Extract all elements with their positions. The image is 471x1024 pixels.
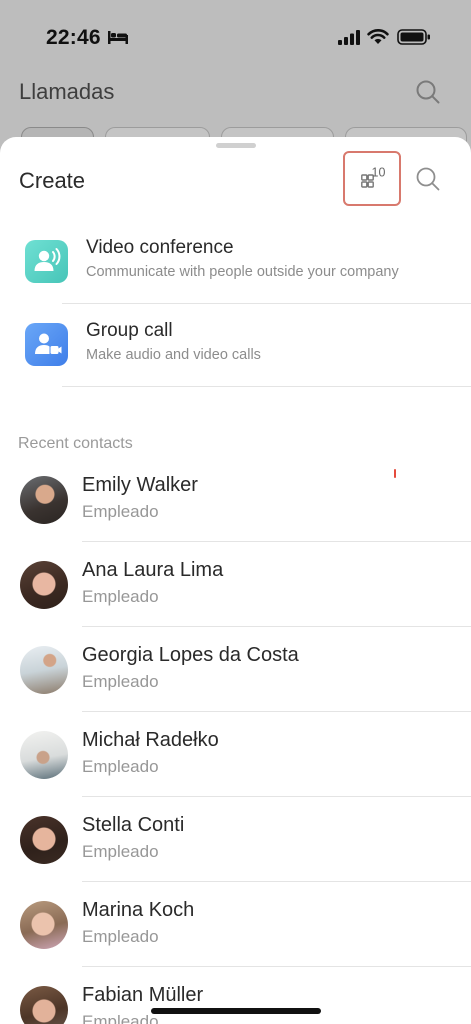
contact-name: Emily Walker [82,474,198,496]
avatar [20,646,68,694]
sheet-title: Create [19,168,86,193]
video-conference-icon [25,240,68,283]
group-call-option[interactable]: Group call Make audio and video calls [0,304,471,386]
background-search-icon [416,80,440,104]
avatar [20,476,68,524]
divider [62,386,471,387]
qr-code-button[interactable]: 10 [343,151,401,206]
contact-item[interactable]: Marina Koch Empleado [0,885,471,970]
avatar [20,901,68,949]
avatar [20,986,68,1024]
create-sheet: Create 10 Video conference Communicate w… [0,137,471,1024]
contact-item[interactable]: Fabian Müller Empleado [0,970,471,1024]
group-call-icon [25,323,68,366]
contact-name: Marina Koch [82,899,195,921]
contact-role: Empleado [82,502,159,521]
contact-role: Empleado [82,842,159,861]
contact-role: Empleado [82,757,159,776]
video-conference-title: Video conference [86,237,234,258]
divider [82,881,471,882]
divider [82,626,471,627]
background-page-title: Llamadas [19,79,115,104]
contact-item[interactable]: Michał Radełko Empleado [0,715,471,800]
contact-item[interactable]: Ana Laura Lima Empleado [0,545,471,630]
contact-name: Michał Radełko [82,729,219,751]
contact-item[interactable]: Georgia Lopes da Costa Empleado [0,630,471,715]
status-time: 22:46 [46,26,101,49]
qr-code-label: 10 [372,167,386,180]
group-call-title: Group call [86,320,173,341]
sheet-grabber[interactable] [216,143,256,148]
search-icon[interactable] [415,166,441,192]
signal-icon [338,30,360,45]
video-conference-option[interactable]: Video conference Communicate with people… [0,221,471,303]
wifi-icon [367,29,389,44]
status-bar: 22:46 [0,0,471,70]
contact-role: Empleado [82,672,159,691]
contact-role: Empleado [82,927,159,946]
home-indicator[interactable] [151,1008,321,1014]
avatar [20,816,68,864]
avatar [20,561,68,609]
contact-name: Ana Laura Lima [82,559,224,581]
avatar [20,731,68,779]
divider [82,966,471,967]
divider [82,711,471,712]
contact-role: Empleado [82,1012,159,1024]
divider [82,796,471,797]
qr-code-icon: 10 [361,167,386,188]
contact-name: Stella Conti [82,814,185,836]
divider [82,541,471,542]
contact-role: Empleado [82,587,159,606]
group-call-subtitle: Make audio and video calls [86,347,261,363]
video-conference-subtitle: Communicate with people outside your com… [86,264,399,280]
contact-name: Fabian Müller [82,984,204,1006]
bed-icon [108,31,128,44]
contact-name: Georgia Lopes da Costa [82,644,299,666]
contact-item[interactable]: Emily Walker Empleado [0,460,471,545]
recent-contacts-label: Recent contacts [18,435,133,452]
contact-item[interactable]: Stella Conti Empleado [0,800,471,885]
battery-icon [397,29,430,45]
